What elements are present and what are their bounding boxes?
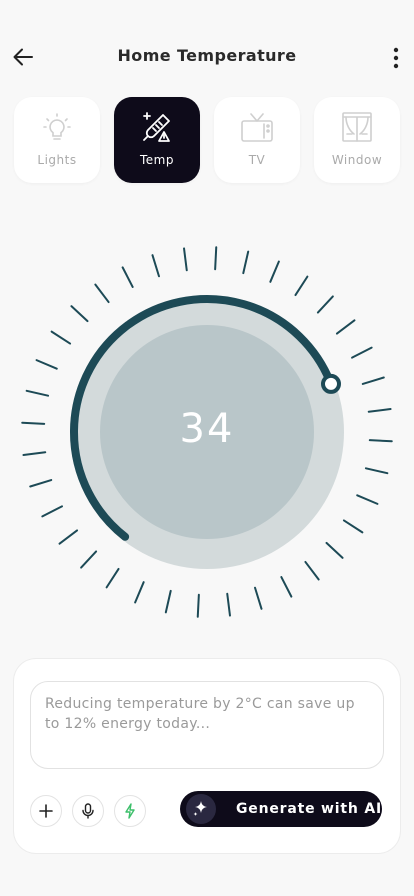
dial-tick	[364, 467, 389, 475]
prompt-input[interactable]: Reducing temperature by 2°C can save up …	[30, 681, 384, 769]
dial-tick	[242, 250, 250, 275]
dial-tick	[325, 541, 344, 559]
sparkle-badge	[186, 794, 216, 824]
dial-tick	[164, 589, 172, 614]
tab-temp[interactable]: Temp	[114, 97, 200, 183]
device-tabs: Lights Temp TV Window	[14, 97, 400, 183]
thermometer-icon	[143, 112, 170, 142]
more-options-button[interactable]	[384, 42, 408, 74]
quick-action-button[interactable]	[114, 795, 146, 827]
dial-tick	[70, 305, 89, 323]
voice-button[interactable]	[72, 795, 104, 827]
dial-tick	[29, 479, 53, 488]
dial-tick	[335, 319, 356, 335]
dial-tick	[94, 283, 110, 304]
lightning-icon	[125, 803, 135, 819]
sparkle-icon	[193, 801, 207, 816]
tab-window[interactable]: Window	[314, 97, 400, 183]
dial-tick	[25, 389, 50, 397]
dial-tick	[356, 494, 379, 505]
vertical-dots-icon	[393, 47, 399, 69]
tab-label: TV	[248, 153, 266, 167]
dial-tick	[214, 246, 218, 271]
thermostat-dial[interactable]: 34	[0, 240, 414, 620]
window-icon	[342, 112, 372, 142]
tab-lights[interactable]: Lights	[14, 97, 100, 183]
tab-label: Window	[331, 153, 383, 167]
dial-tick	[35, 359, 58, 370]
lightbulb-icon	[43, 113, 71, 140]
dial-tick	[41, 505, 63, 518]
dial-tick	[105, 567, 120, 589]
dial-tick	[196, 593, 200, 618]
temperature-value: 34	[179, 406, 235, 452]
dial-tick	[304, 560, 320, 581]
generate-with-ai-button[interactable]: Generate with AI	[180, 791, 382, 827]
dial-tick	[22, 451, 47, 456]
page-title: Home Temperature	[117, 46, 297, 65]
dial-tick	[254, 586, 263, 610]
dial-tick	[121, 266, 134, 288]
dial-tick	[80, 550, 98, 569]
add-button[interactable]	[30, 795, 62, 827]
dial-tick	[134, 581, 145, 604]
dial-tick	[269, 260, 280, 283]
tab-label: Lights	[37, 153, 77, 167]
dial-tick	[226, 592, 231, 617]
dial-tick	[316, 295, 334, 314]
dial-tick	[342, 519, 364, 534]
tv-icon	[241, 113, 273, 142]
top-bar: Home Temperature	[0, 32, 414, 84]
dial-tick	[361, 376, 385, 385]
dial-tick	[351, 346, 373, 359]
plus-icon	[39, 804, 53, 818]
dial-tick	[294, 275, 309, 297]
dial-tick	[58, 529, 79, 545]
generate-label: Generate with AI	[236, 801, 382, 817]
dial-tick	[151, 254, 160, 278]
dial-tick	[280, 576, 293, 598]
tab-tv[interactable]: TV	[214, 97, 300, 183]
dial-tick	[50, 330, 72, 345]
dial-tick	[183, 247, 188, 272]
microphone-icon	[82, 803, 94, 819]
tab-label: Temp	[140, 153, 174, 167]
dial-knob[interactable]	[320, 373, 341, 394]
ai-assistant-card: Reducing temperature by 2°C can save up …	[14, 659, 400, 853]
